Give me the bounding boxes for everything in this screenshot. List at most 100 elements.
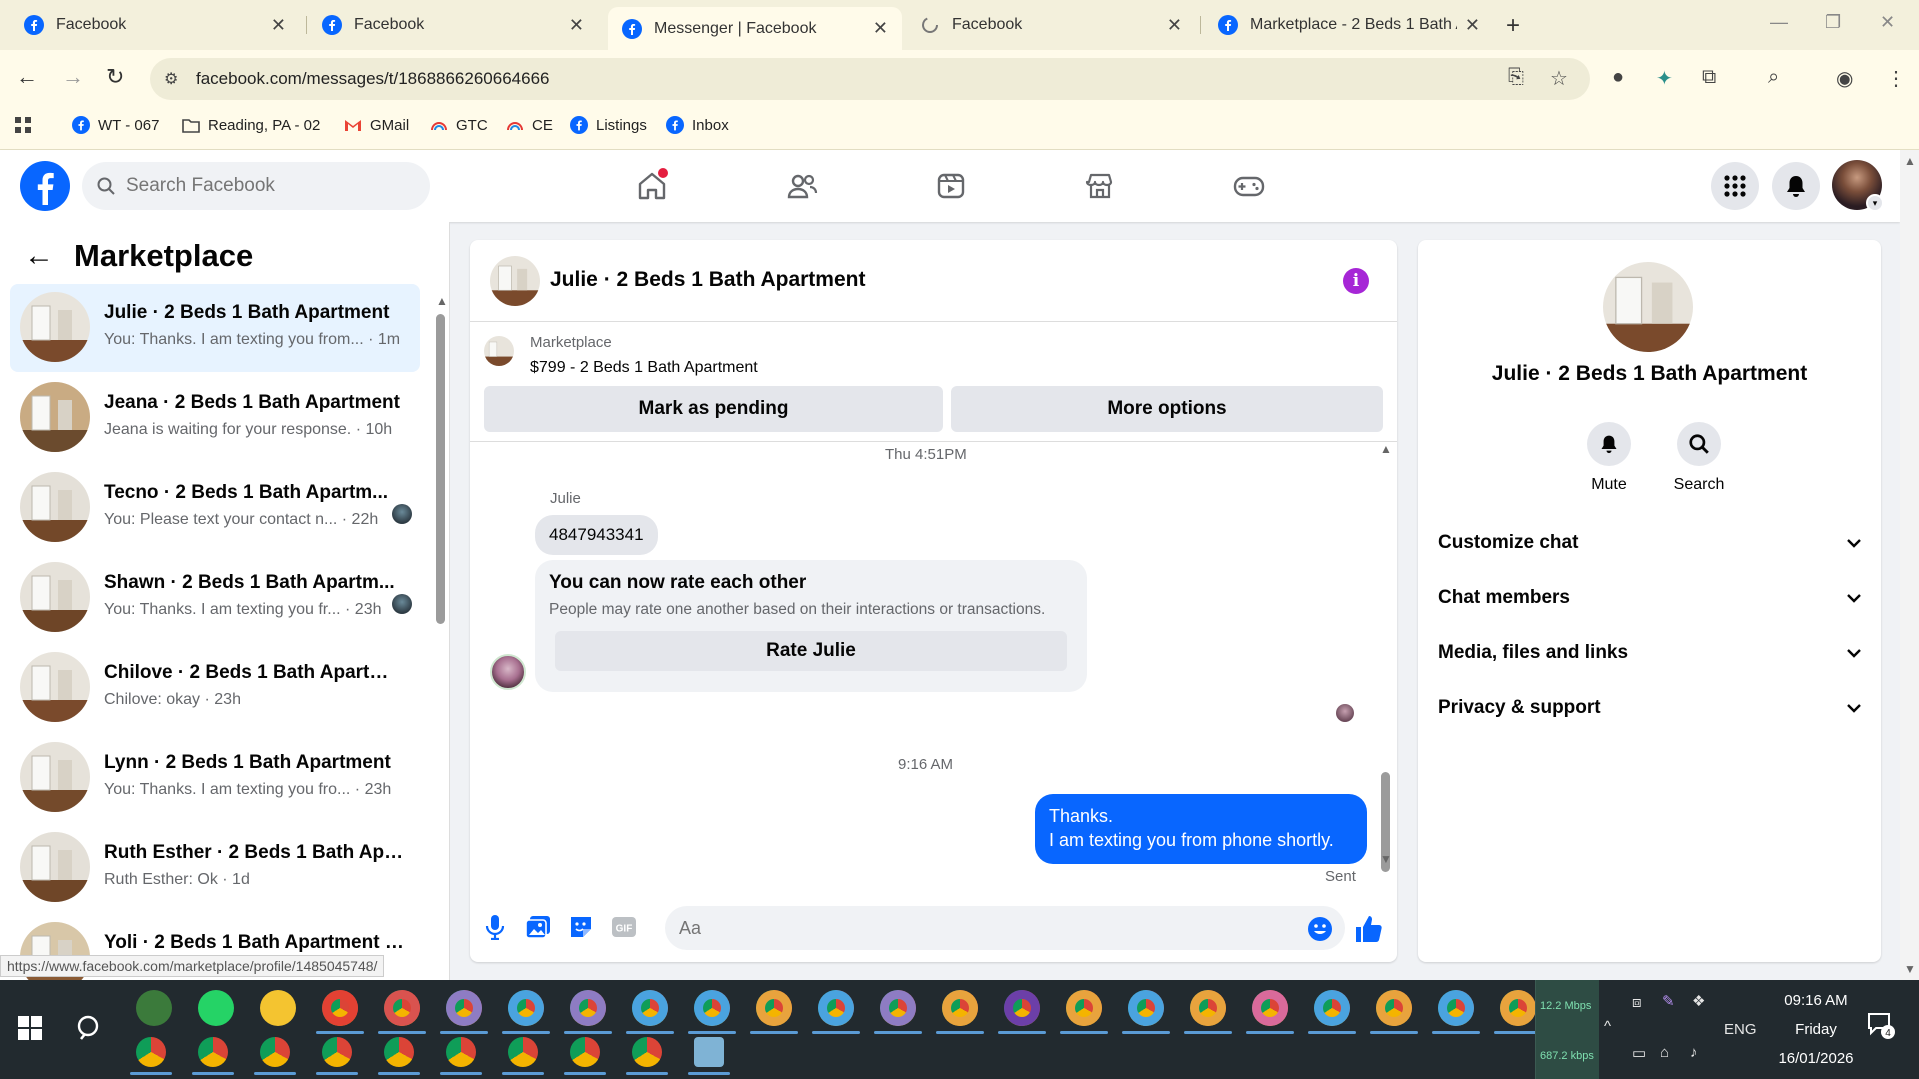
conversation-item[interactable]: Shawn · 2 Beds 1 Bath Apartm... You: Than… <box>10 554 420 642</box>
scrollbar-thumb[interactable] <box>436 314 445 624</box>
search-input[interactable] <box>126 175 406 197</box>
puzzle-extensions-icon[interactable]: ⧉ <box>1702 66 1716 89</box>
whatsapp-icon[interactable] <box>198 990 234 1026</box>
section-media-files-links[interactable]: Media, files and links <box>1438 633 1863 673</box>
nav-friends[interactable] <box>780 164 824 208</box>
tab-messenger[interactable]: Messenger | Facebook ✕ <box>608 7 902 50</box>
nav-marketplace[interactable] <box>1078 164 1122 208</box>
nav-video[interactable] <box>929 164 973 208</box>
chrome-icon[interactable] <box>626 1037 668 1075</box>
chevron-down-icon[interactable]: ▾ <box>1866 194 1884 212</box>
profile-icon[interactable]: ◉ <box>1836 66 1853 91</box>
chrome-icon[interactable] <box>1122 990 1170 1034</box>
clock-day[interactable]: Friday <box>1776 1021 1856 1038</box>
conversation-item[interactable]: Tecno · 2 Beds 1 Bath Apartm... You: Plea… <box>10 464 420 552</box>
forward-icon[interactable]: → <box>62 64 84 90</box>
chrome-icon[interactable] <box>812 990 860 1034</box>
dropbox-icon[interactable]: ❖ <box>1692 992 1705 1010</box>
section-customize-chat[interactable]: Customize chat <box>1438 523 1863 563</box>
tab-facebook-2[interactable]: Facebook ✕ <box>308 8 598 42</box>
chrome-icon[interactable] <box>316 1037 358 1075</box>
chrome-icon[interactable] <box>750 990 798 1034</box>
apps-grid-icon[interactable] <box>14 116 32 134</box>
tab-facebook-1[interactable]: Facebook ✕ <box>10 8 300 42</box>
chrome-icon[interactable] <box>1060 990 1108 1034</box>
back-arrow-icon[interactable]: ← <box>24 239 54 273</box>
chrome-icon[interactable] <box>564 990 612 1034</box>
chrome-icon[interactable] <box>502 1037 544 1075</box>
notifications-button[interactable] <box>1772 162 1820 210</box>
incoming-message[interactable]: 4847943341 <box>535 515 658 555</box>
sender-avatar[interactable] <box>490 654 526 690</box>
chrome-icon[interactable] <box>688 990 736 1034</box>
minimize-icon[interactable]: — <box>1770 12 1788 33</box>
chevron-up-icon[interactable]: ^ <box>1604 1018 1611 1035</box>
chrome-icon[interactable] <box>626 990 674 1034</box>
tab-close-icon[interactable]: ✕ <box>569 15 584 36</box>
chrome-icon[interactable] <box>874 990 922 1034</box>
scroll-up-icon[interactable]: ▲ <box>1380 442 1392 456</box>
tab-close-icon[interactable]: ✕ <box>271 15 286 36</box>
chrome-icon[interactable] <box>564 1037 606 1075</box>
chrome-icon[interactable] <box>1494 990 1542 1034</box>
chrome-icon[interactable] <box>130 1037 172 1075</box>
sticker-icon[interactable] <box>568 914 594 940</box>
bookmark-gtc[interactable]: GTC <box>430 116 488 134</box>
chrome-icon[interactable] <box>378 990 426 1034</box>
menu-dots-icon[interactable]: ⋮ <box>1886 66 1906 91</box>
chrome-icon[interactable] <box>1308 990 1356 1034</box>
install-app-icon[interactable]: ⎘ <box>1508 66 1524 89</box>
tab-close-icon[interactable]: ✕ <box>1465 15 1480 36</box>
tab-facebook-3[interactable]: Facebook ✕ <box>906 8 1196 42</box>
message-input[interactable] <box>665 906 1345 950</box>
chrome-icon[interactable] <box>378 1037 420 1075</box>
pen-icon[interactable]: ✎ <box>1662 992 1675 1010</box>
chrome-icon[interactable] <box>192 1037 234 1075</box>
tab-close-icon[interactable]: ✕ <box>1167 15 1182 36</box>
scroll-up-icon[interactable]: ▲ <box>436 294 448 308</box>
mark-as-pending-button[interactable]: Mark as pending <box>484 386 943 432</box>
menu-button[interactable] <box>1711 162 1759 210</box>
facebook-logo-icon[interactable] <box>20 161 70 211</box>
conversation-item[interactable]: Chilove · 2 Beds 1 Bath Apartment Chilove… <box>10 644 420 732</box>
outlook-icon[interactable] <box>136 990 172 1026</box>
listing-thumbnail[interactable] <box>484 336 514 366</box>
more-options-button[interactable]: More options <box>951 386 1383 432</box>
section-chat-members[interactable]: Chat members <box>1438 578 1863 618</box>
listing-thumbnail[interactable] <box>490 256 540 306</box>
outgoing-message[interactable]: Thanks. I am texting you from phone shor… <box>1035 794 1367 864</box>
chrome-icon[interactable] <box>1184 990 1232 1034</box>
display-icon[interactable]: ⧈ <box>1632 994 1642 1011</box>
tab-marketplace[interactable]: Marketplace - 2 Beds 1 Bath Ap ✕ <box>1204 8 1494 42</box>
reload-icon[interactable]: ↻ <box>106 64 124 90</box>
close-window-icon[interactable]: ✕ <box>1880 12 1895 33</box>
clock-time[interactable]: 09:16 AM <box>1776 992 1856 1009</box>
emoji-icon[interactable] <box>1307 916 1333 942</box>
bookmark-wt-067[interactable]: WT - 067 <box>72 116 159 134</box>
network-icon[interactable]: ⌂ <box>1660 1044 1669 1061</box>
section-privacy-support[interactable]: Privacy & support <box>1438 688 1863 728</box>
listing-avatar[interactable] <box>1603 262 1693 352</box>
nav-home[interactable] <box>630 164 674 208</box>
chrome-icon[interactable] <box>502 990 550 1034</box>
extension-icon[interactable]: ✦ <box>1656 66 1673 91</box>
conversation-item[interactable]: Julie · 2 Beds 1 Bath Apartment You: Than… <box>10 284 420 372</box>
new-tab-button[interactable]: + <box>1506 12 1520 40</box>
bookmark-ce[interactable]: CE <box>506 116 553 134</box>
bookmark-gmail[interactable]: GMail <box>344 116 409 134</box>
rate-julie-button[interactable]: Rate Julie <box>555 631 1067 671</box>
restore-icon[interactable]: ❐ <box>1825 12 1841 33</box>
page-scrollbar[interactable]: ▲ ▼ <box>1900 150 1919 980</box>
gif-icon[interactable]: GIF <box>611 914 637 940</box>
tab-close-icon[interactable]: ✕ <box>873 18 888 39</box>
tab-search-icon[interactable]: ⌕ <box>1768 66 1779 89</box>
cookie-extension-icon[interactable]: ● <box>1612 66 1624 89</box>
chrome-icon[interactable] <box>1432 990 1480 1034</box>
conversation-item[interactable]: Ruth Esther · 2 Beds 1 Bath Apar... Ruth … <box>10 824 420 912</box>
chat-title[interactable]: Julie · 2 Beds 1 Bath Apartment <box>550 268 865 292</box>
microphone-icon[interactable] <box>482 914 508 940</box>
chrome-icon[interactable] <box>440 1037 482 1075</box>
listing-price-title[interactable]: $799 - 2 Beds 1 Bath Apartment <box>530 359 758 377</box>
chrome-icon[interactable] <box>936 990 984 1034</box>
file-explorer-icon[interactable] <box>260 990 296 1026</box>
